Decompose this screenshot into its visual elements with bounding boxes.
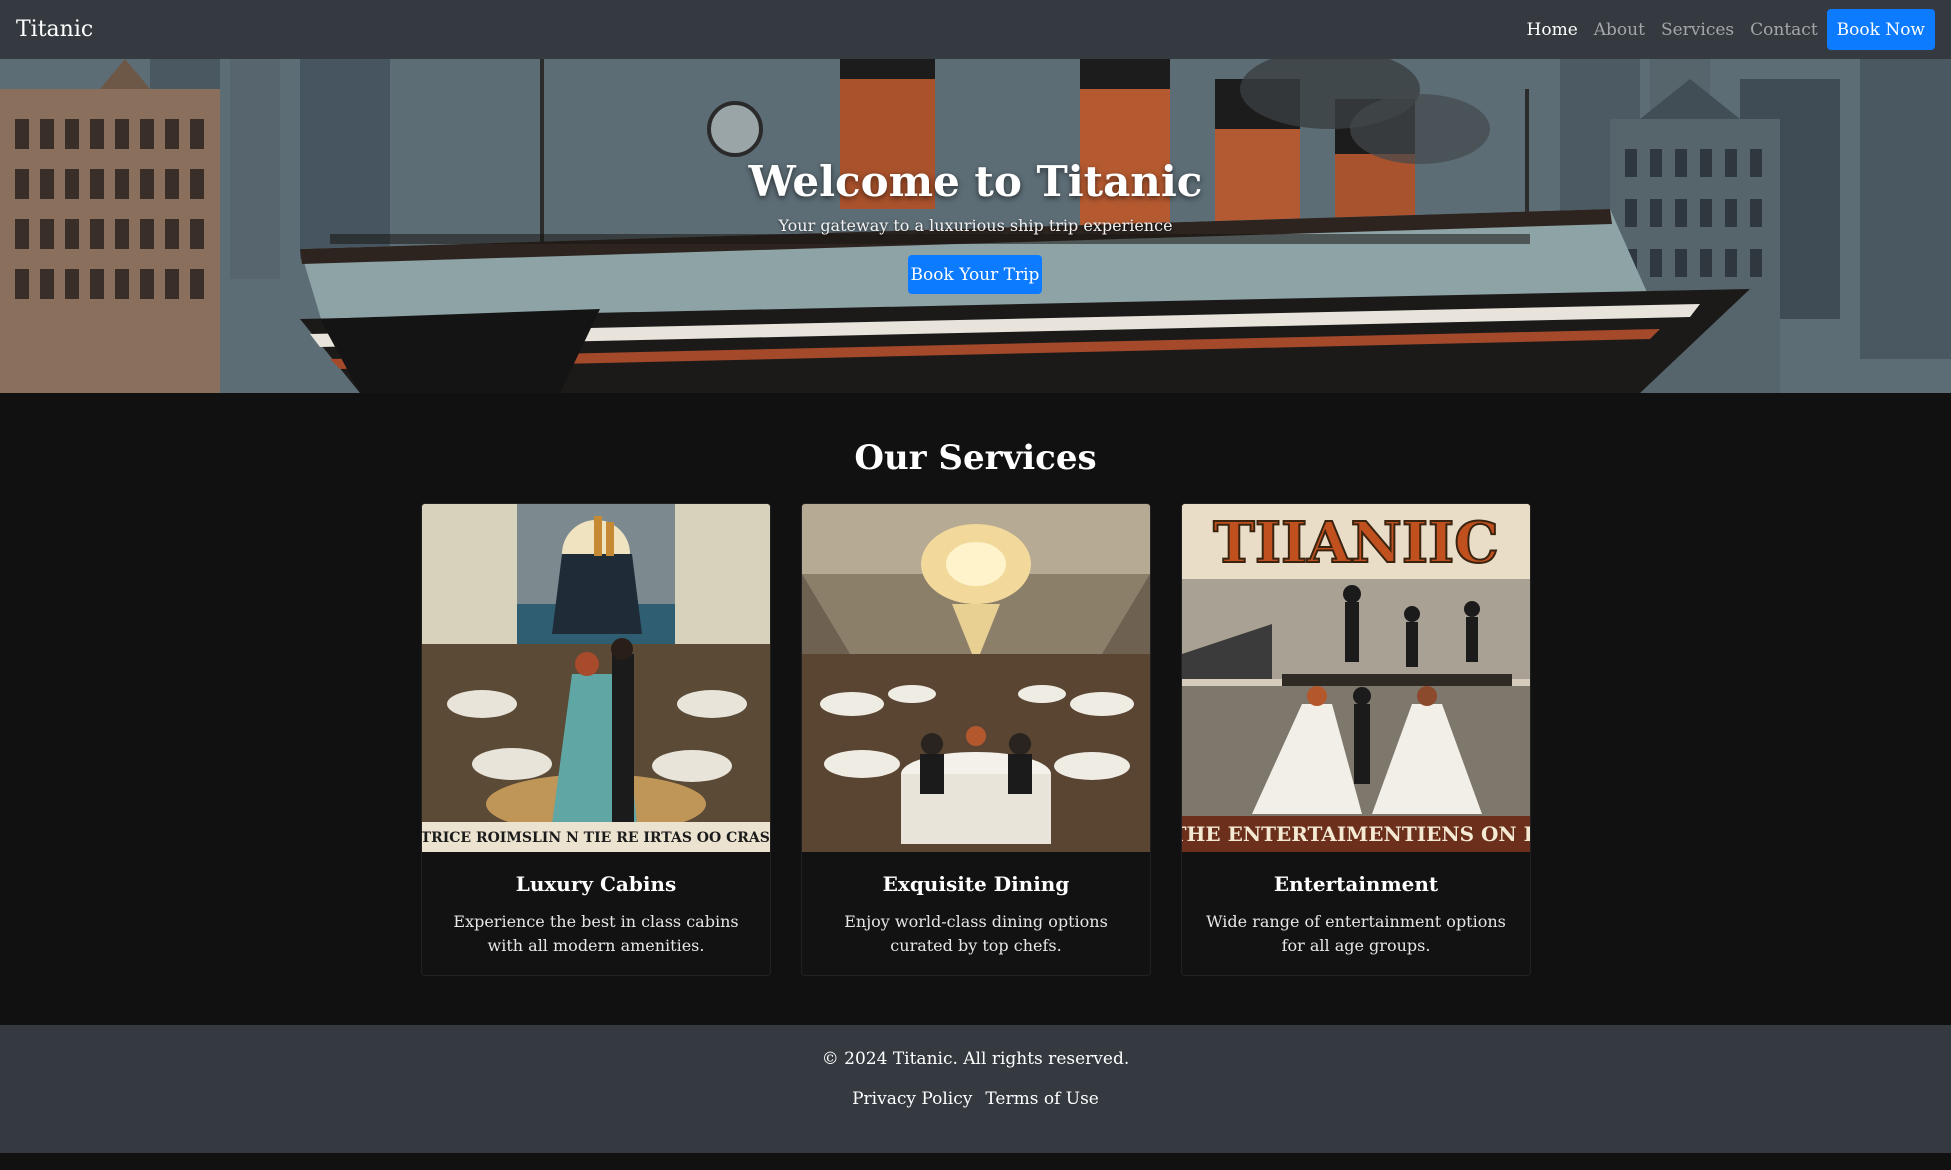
card-title: Entertainment: [1273, 872, 1439, 896]
copyright-text: © 2024 Titanic. All rights reserved.: [821, 1049, 1130, 1069]
entertainment-image-banner: E THE ENTERTAIMENTIENS ON LAI: [1182, 822, 1530, 846]
luxury-cabins-image: TTRICE ROIMSLIN N TIE RE IRTAS OO CRAS I: [422, 504, 770, 852]
services-heading: Our Services: [854, 438, 1097, 478]
navbar-brand[interactable]: Titanic: [16, 17, 93, 42]
navbar: Titanic Home About Services Contact Book…: [0, 0, 1951, 59]
hero-content: Welcome to Titanic Your gateway to a lux…: [0, 59, 1951, 393]
service-card-entertainment: TIIANIIC E THE ENTERTAIMENTIENS ON LAI E…: [1181, 503, 1531, 976]
hero-title: Welcome to Titanic: [748, 157, 1203, 206]
book-your-trip-button[interactable]: Book Your Trip: [908, 255, 1042, 294]
entertainment-image: TIIANIIC E THE ENTERTAIMENTIENS ON LAI: [1182, 504, 1530, 852]
footer-links: Privacy Policy Terms of Use: [0, 1089, 1951, 1109]
footer: © 2024 Titanic. All rights reserved. Pri…: [0, 1025, 1951, 1153]
card-text: Experience the best in class cabins with…: [453, 912, 739, 955]
entertainment-image-title: TIIANIIC: [1213, 510, 1499, 576]
hero-section: Welcome to Titanic Your gateway to a lux…: [0, 59, 1951, 393]
card-title: Exquisite Dining: [882, 872, 1070, 896]
nav-links: Home About Services Contact Book Now: [1519, 9, 1935, 50]
luxury-cabins-image-banner: TTRICE ROIMSLIN N TIE RE IRTAS OO CRAS I: [422, 830, 770, 846]
terms-of-use-link[interactable]: Terms of Use: [985, 1089, 1099, 1109]
bottom-strip: [0, 1153, 1951, 1170]
card-text: Wide range of entertainment options for …: [1206, 912, 1506, 955]
hero-subtitle: Your gateway to a luxurious ship trip ex…: [778, 216, 1173, 235]
service-card-luxury-cabins: TTRICE ROIMSLIN N TIE RE IRTAS OO CRAS I…: [421, 503, 771, 976]
nav-link-contact[interactable]: Contact: [1742, 20, 1826, 40]
card-text: Enjoy world-class dining options curated…: [844, 912, 1108, 955]
exquisite-dining-image: [802, 504, 1150, 852]
service-card-exquisite-dining: Exquisite Dining Enjoy world-class dinin…: [801, 503, 1151, 976]
nav-link-home[interactable]: Home: [1519, 20, 1586, 40]
card-title: Luxury Cabins: [515, 872, 677, 896]
book-now-button[interactable]: Book Now: [1826, 9, 1935, 50]
nav-link-services[interactable]: Services: [1653, 20, 1742, 40]
privacy-policy-link[interactable]: Privacy Policy: [852, 1089, 972, 1109]
nav-link-about[interactable]: About: [1586, 20, 1653, 40]
